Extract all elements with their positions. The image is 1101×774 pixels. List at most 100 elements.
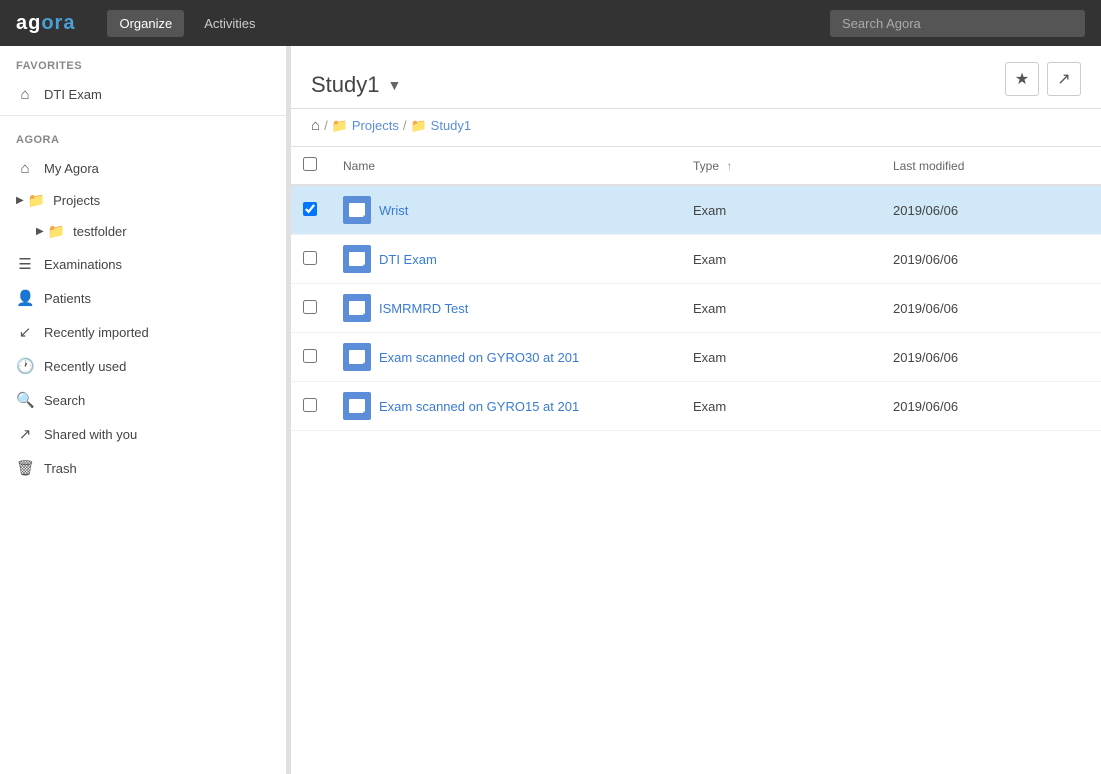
- star-icon: ★: [1015, 69, 1029, 89]
- files-table: Name Type ↑ Last modified: [291, 147, 1101, 431]
- sidebar-item-testfolder[interactable]: ▶ 📁 testfolder: [0, 216, 286, 247]
- row-check-cell: [291, 185, 331, 235]
- title-row: Study1 ▼: [311, 72, 401, 98]
- sidebar-item-label: Shared with you: [44, 427, 137, 442]
- col-modified-label: Last modified: [893, 159, 964, 173]
- sidebar: FAVORITES ⌂ DTI Exam 🗑 AGORA ⌂ My Agora …: [0, 46, 287, 774]
- sidebar-item-label: Examinations: [44, 257, 122, 272]
- share-button[interactable]: ↗: [1047, 62, 1081, 96]
- col-type-label: Type: [693, 159, 719, 173]
- page-title: Study1: [311, 72, 380, 98]
- col-type-header[interactable]: Type ↑: [681, 147, 881, 185]
- sidebar-item-label: Search: [44, 393, 85, 408]
- row-type-cell: Exam: [681, 333, 881, 382]
- sidebar-item-label: Recently imported: [44, 325, 149, 340]
- search-icon: 🔍: [16, 391, 34, 409]
- row-type-cell: Exam: [681, 284, 881, 333]
- folder-icon: 📁: [410, 118, 426, 134]
- dropdown-icon[interactable]: ▼: [388, 77, 402, 93]
- row-name-cell: Exam scanned on GYRO15 at 201: [331, 382, 681, 431]
- row-checkbox[interactable]: [303, 398, 317, 412]
- sidebar-item-dti-exam[interactable]: ⌂ DTI Exam 🗑: [0, 78, 286, 111]
- row-checkbox[interactable]: [303, 349, 317, 363]
- breadcrumb-projects[interactable]: 📁 Projects: [332, 118, 399, 134]
- sidebar-item-label: Recently used: [44, 359, 126, 374]
- row-checkbox[interactable]: [303, 300, 317, 314]
- clock-icon: 🕐: [16, 357, 34, 375]
- breadcrumb-study1[interactable]: 📁 Study1: [410, 118, 471, 134]
- file-name[interactable]: Wrist: [379, 203, 408, 218]
- file-name[interactable]: ISMRMRD Test: [379, 301, 468, 316]
- navbar-nav: Organize Activities: [107, 10, 830, 37]
- star-button[interactable]: ★: [1005, 62, 1039, 96]
- trash-icon: 🗑: [16, 459, 34, 477]
- home-icon: ⌂: [16, 160, 34, 177]
- share-icon: ↗: [1057, 69, 1070, 89]
- home-icon: ⌂: [16, 86, 34, 103]
- row-checkbox[interactable]: [303, 202, 317, 216]
- arrow-down-icon: ▶: [16, 195, 24, 206]
- sidebar-item-projects[interactable]: ▶ 📁 Projects: [0, 185, 286, 216]
- row-check-cell: [291, 284, 331, 333]
- row-checkbox[interactable]: [303, 251, 317, 265]
- row-check-cell: [291, 333, 331, 382]
- table-body: Wrist Exam 2019/06/06 DTI Exam Exam 2019…: [291, 185, 1101, 431]
- sidebar-item-shared[interactable]: ↗ Shared with you: [0, 417, 286, 451]
- table-row: DTI Exam Exam 2019/06/06: [291, 235, 1101, 284]
- sidebar-item-label: Projects: [53, 193, 100, 208]
- folder-icon: 📁: [332, 118, 348, 134]
- sidebar-item-examinations[interactable]: ☰ Examinations: [0, 247, 286, 281]
- row-check-cell: [291, 235, 331, 284]
- row-modified-cell: 2019/06/06: [881, 382, 1101, 431]
- row-modified-cell: 2019/06/06: [881, 185, 1101, 235]
- agora-label: AGORA: [0, 120, 286, 152]
- row-name-cell: ISMRMRD Test: [331, 284, 681, 333]
- row-type-cell: Exam: [681, 382, 881, 431]
- main-layout: FAVORITES ⌂ DTI Exam 🗑 AGORA ⌂ My Agora …: [0, 46, 1101, 774]
- logo: agora: [16, 12, 75, 35]
- row-modified-cell: 2019/06/06: [881, 235, 1101, 284]
- list-icon: ☰: [16, 255, 34, 273]
- row-name-cell: Exam scanned on GYRO30 at 201: [331, 333, 681, 382]
- row-type-cell: Exam: [681, 235, 881, 284]
- breadcrumb-label: Projects: [352, 118, 399, 133]
- col-name-header[interactable]: Name: [331, 147, 681, 185]
- arrow-icon: ▶: [36, 226, 44, 237]
- file-name[interactable]: Exam scanned on GYRO30 at 201: [379, 350, 579, 365]
- breadcrumb-sep: /: [403, 118, 407, 133]
- header-actions: ★ ↗: [1005, 62, 1081, 108]
- row-modified-cell: 2019/06/06: [881, 333, 1101, 382]
- table-header-row: Name Type ↑ Last modified: [291, 147, 1101, 185]
- row-type-cell: Exam: [681, 185, 881, 235]
- content-header: Study1 ▼ ★ ↗: [291, 46, 1101, 109]
- share-icon: ↗: [16, 425, 34, 443]
- file-icon: [343, 343, 371, 371]
- row-name-cell: DTI Exam: [331, 235, 681, 284]
- sidebar-item-recently-imported[interactable]: ↙ Recently imported: [0, 315, 286, 349]
- file-name[interactable]: DTI Exam: [379, 252, 437, 267]
- favorites-label: FAVORITES: [0, 46, 286, 78]
- sidebar-item-label: DTI Exam: [44, 87, 102, 102]
- logo-ag: ag: [16, 12, 41, 34]
- sort-arrow-icon: ↑: [726, 159, 732, 173]
- table-row: Exam scanned on GYRO30 at 201 Exam 2019/…: [291, 333, 1101, 382]
- file-icon: [343, 294, 371, 322]
- table-row: ISMRMRD Test Exam 2019/06/06: [291, 284, 1101, 333]
- home-icon[interactable]: ⌂: [311, 117, 320, 134]
- sidebar-item-patients[interactable]: 👤 Patients: [0, 281, 286, 315]
- person-icon: 👤: [16, 289, 34, 307]
- table-row: Exam scanned on GYRO15 at 201 Exam 2019/…: [291, 382, 1101, 431]
- col-check-header: [291, 147, 331, 185]
- search-input[interactable]: [830, 10, 1085, 37]
- nav-item-organize[interactable]: Organize: [107, 10, 184, 37]
- sidebar-item-search[interactable]: 🔍 Search ⊞: [0, 383, 286, 417]
- sidebar-item-recently-used[interactable]: 🕐 Recently used: [0, 349, 286, 383]
- sidebar-divider: [0, 115, 286, 116]
- nav-item-activities[interactable]: Activities: [192, 10, 267, 37]
- table-container: Name Type ↑ Last modified: [291, 147, 1101, 774]
- sidebar-item-my-agora[interactable]: ⌂ My Agora ⧉: [0, 152, 286, 185]
- select-all-checkbox[interactable]: [303, 157, 317, 171]
- sidebar-item-label: My Agora: [44, 161, 99, 176]
- sidebar-item-trash[interactable]: 🗑 Trash: [0, 451, 286, 485]
- file-name[interactable]: Exam scanned on GYRO15 at 201: [379, 399, 579, 414]
